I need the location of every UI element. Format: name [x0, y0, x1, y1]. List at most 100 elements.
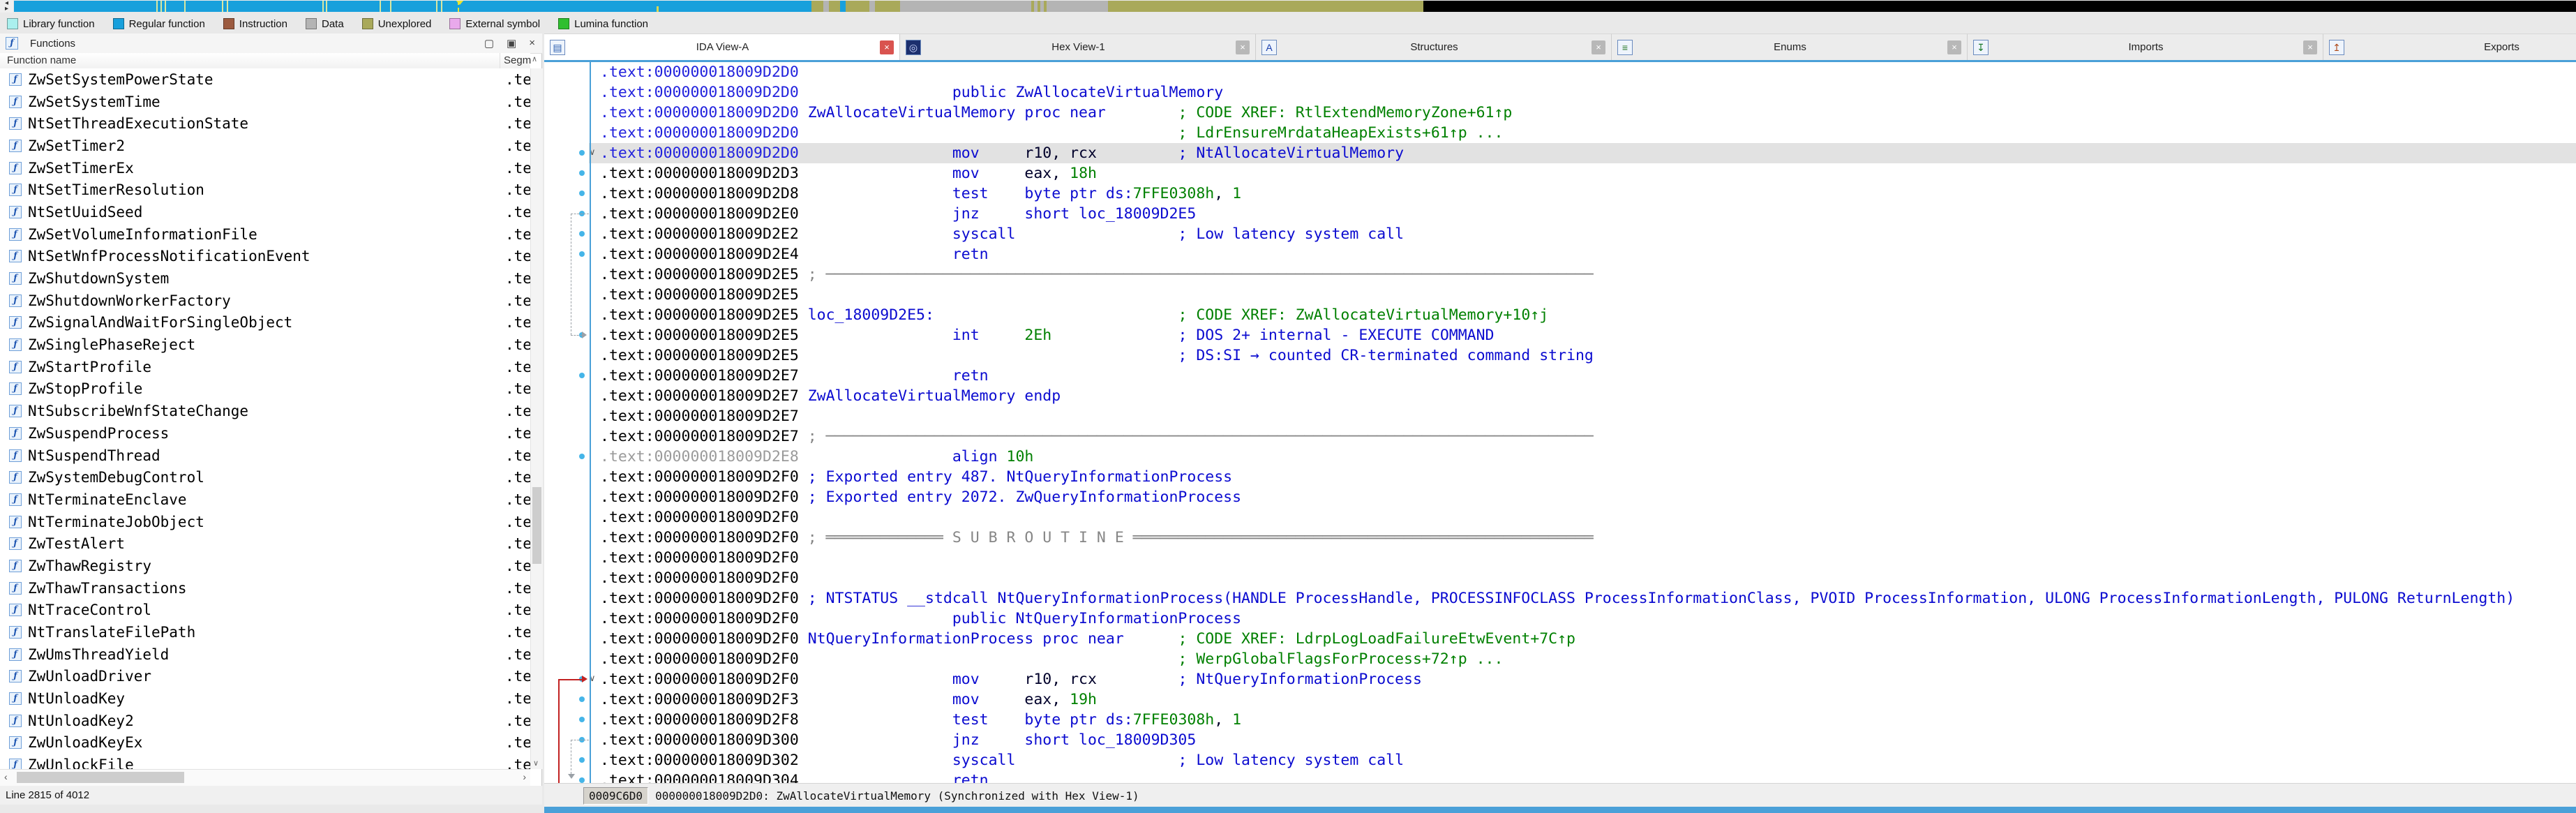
- function-list-item[interactable]: ƒNtSubscribeWnfStateChange.te: [0, 400, 530, 422]
- tab-enums[interactable]: ≡Enums×: [1612, 33, 1968, 60]
- disasm-line[interactable]: .text:000000018009D2D8 test byte ptr ds:…: [600, 184, 1241, 204]
- navband-scroll-arrows[interactable]: ◂ ▸: [0, 0, 13, 13]
- functions-vertical-scrollbar[interactable]: ∨: [530, 68, 543, 769]
- navband-segment[interactable]: [869, 1, 875, 12]
- function-list-item[interactable]: ƒZwUnloadKeyEx.te: [0, 732, 530, 754]
- tab-close-button[interactable]: ×: [1592, 40, 1605, 54]
- disasm-line[interactable]: .text:000000018009D2F0: [600, 507, 799, 528]
- functions-list[interactable]: ƒZwSetSystemPowerState.teƒZwSetSystemTim…: [0, 68, 530, 769]
- vscrollbar-thumb[interactable]: [532, 487, 541, 564]
- column-header-function-name[interactable]: Function name: [7, 54, 76, 66]
- function-list-item[interactable]: ƒZwTestAlert.te: [0, 532, 530, 555]
- navband-segment[interactable]: [1031, 1, 1034, 12]
- tab-exports[interactable]: ↥Exports×: [2323, 33, 2576, 60]
- disasm-line[interactable]: .text:000000018009D2E5: [600, 285, 799, 305]
- disasm-line[interactable]: .text:000000018009D2E2 syscall ; Low lat…: [600, 224, 1404, 244]
- navband-segment[interactable]: [846, 1, 869, 12]
- navigation-band[interactable]: [14, 1, 2576, 12]
- disasm-line[interactable]: .text:000000018009D2D0 mov r10, rcx ; Nt…: [600, 143, 1404, 163]
- disasm-line[interactable]: .text:000000018009D2F0 NtQueryInformatio…: [600, 629, 1575, 649]
- navband-segment[interactable]: [811, 1, 823, 12]
- tab-structures[interactable]: AStructures×: [1256, 33, 1612, 60]
- function-list-item[interactable]: ƒZwSetSystemTime.te: [0, 91, 530, 113]
- disasm-line[interactable]: .text:000000018009D300 jnz short loc_180…: [600, 730, 1196, 750]
- disasm-line[interactable]: .text:000000018009D2D0 public ZwAllocate…: [600, 82, 1223, 103]
- disassembly-view[interactable]: .text:000000018009D2D0.text:000000018009…: [544, 62, 2576, 783]
- scroll-left-icon[interactable]: ‹: [4, 771, 8, 782]
- close-button[interactable]: ×: [529, 37, 535, 50]
- disassembly-code-layer[interactable]: .text:000000018009D2D0.text:000000018009…: [544, 62, 2576, 783]
- function-list-item[interactable]: ƒZwSystemDebugControl.te: [0, 466, 530, 488]
- disasm-line[interactable]: .text:000000018009D2F3 mov eax, 19h: [600, 689, 1097, 710]
- function-list-item[interactable]: ƒZwShutdownSystem.te: [0, 267, 530, 290]
- function-list-item[interactable]: ƒZwUnloadDriver.te: [0, 666, 530, 688]
- function-list-item[interactable]: ƒNtTranslateFilePath.te: [0, 621, 530, 643]
- function-list-item[interactable]: ƒZwSuspendProcess.te: [0, 422, 530, 445]
- function-list-item[interactable]: ƒZwStartProfile.te: [0, 356, 530, 378]
- function-list-item[interactable]: ƒZwSignalAndWaitForSingleObject.te: [0, 312, 530, 334]
- navband-segment[interactable]: [875, 1, 900, 12]
- disasm-line[interactable]: .text:000000018009D2F0 public NtQueryInf…: [600, 609, 1241, 629]
- tab-close-button[interactable]: ×: [1947, 40, 1961, 54]
- navband-position-marker[interactable]: [458, 1, 460, 12]
- disasm-line[interactable]: .text:000000018009D302 syscall ; Low lat…: [600, 750, 1404, 770]
- disasm-line[interactable]: .text:000000018009D2F0: [600, 548, 799, 568]
- disasm-line[interactable]: .text:000000018009D304 retn: [600, 770, 989, 783]
- function-list-item[interactable]: ƒZwThawRegistry.te: [0, 555, 530, 577]
- column-header-segment[interactable]: Segm: [504, 54, 531, 66]
- functions-horizontal-scrollbar[interactable]: ‹ ›: [0, 769, 530, 786]
- navband-right-arrow-icon[interactable]: ▸: [5, 6, 8, 12]
- function-list-item[interactable]: ƒZwSetSystemPowerState.te: [0, 68, 530, 91]
- function-list-item[interactable]: ƒZwUmsThreadYield.te: [0, 643, 530, 666]
- disasm-line[interactable]: .text:000000018009D2E7 ; ───────────────…: [600, 426, 1594, 447]
- disasm-line[interactable]: .text:000000018009D2F0 mov r10, rcx ; Nt…: [600, 669, 1422, 689]
- disasm-line[interactable]: .text:000000018009D2F8 test byte ptr ds:…: [600, 710, 1241, 730]
- function-list-item[interactable]: ƒZwSetTimer2.te: [0, 135, 530, 157]
- disasm-line[interactable]: .text:000000018009D2D0 ; LdrEnsureMrdata…: [600, 123, 1503, 143]
- function-list-item[interactable]: ƒNtSetTimerResolution.te: [0, 179, 530, 201]
- disasm-line[interactable]: .text:000000018009D2F0 ; NTSTATUS __stdc…: [600, 588, 2515, 609]
- hscrollbar-thumb[interactable]: [17, 772, 184, 783]
- disasm-line[interactable]: .text:000000018009D2E4 retn: [600, 244, 989, 264]
- navband-segment[interactable]: [900, 1, 1108, 12]
- functions-panel-titlebar[interactable]: ƒ Functions ▢ ▣ ×: [0, 33, 542, 54]
- tab-imports[interactable]: ↧Imports×: [1968, 33, 2323, 60]
- disasm-line[interactable]: .text:000000018009D2E5 int 2Eh ; DOS 2+ …: [600, 325, 1495, 345]
- function-list-item[interactable]: ƒZwSetTimerEx.te: [0, 157, 530, 179]
- scroll-right-icon[interactable]: ›: [523, 771, 526, 782]
- function-list-item[interactable]: ƒNtSuspendThread.te: [0, 445, 530, 467]
- function-list-item[interactable]: ƒNtSetUuidSeed.te: [0, 201, 530, 223]
- function-list-item[interactable]: ƒNtTerminateJobObject.te: [0, 511, 530, 533]
- disasm-line[interactable]: .text:000000018009D2E7: [600, 406, 799, 426]
- disasm-line[interactable]: .text:000000018009D2F0: [600, 568, 799, 588]
- function-list-item[interactable]: ƒNtSetThreadExecutionState.te: [0, 112, 530, 135]
- function-list-item[interactable]: ƒNtTerminateEnclave.te: [0, 488, 530, 511]
- disasm-line[interactable]: .text:000000018009D2D0: [600, 62, 799, 82]
- view-tabbar[interactable]: ▤IDA View-A×◎Hex View-1×AStructures×≡Enu…: [544, 33, 2576, 60]
- disasm-line[interactable]: .text:000000018009D2F0 ; WerpGlobalFlags…: [600, 649, 1503, 669]
- function-list-item[interactable]: ƒNtUnloadKey2.te: [0, 710, 530, 732]
- tab-close-button[interactable]: ×: [880, 40, 894, 54]
- function-list-item[interactable]: ƒZwShutdownWorkerFactory.te: [0, 290, 530, 312]
- disasm-line[interactable]: .text:000000018009D2E7 retn: [600, 366, 989, 386]
- function-list-item[interactable]: ƒZwSinglePhaseReject.te: [0, 334, 530, 356]
- navband-segment[interactable]: [1108, 1, 1423, 12]
- disasm-line[interactable]: .text:000000018009D2F0 ; ═════════════ S…: [600, 528, 1594, 548]
- tab-close-button[interactable]: ×: [1236, 40, 1250, 54]
- disasm-line[interactable]: .text:000000018009D2D0 ZwAllocateVirtual…: [600, 103, 1512, 123]
- disasm-line[interactable]: .text:000000018009D2D3 mov eax, 18h: [600, 163, 1097, 184]
- navband-segment[interactable]: [1044, 1, 1047, 12]
- navband-segment[interactable]: [1423, 1, 2576, 12]
- navband-segment[interactable]: [823, 1, 829, 12]
- function-list-item[interactable]: ƒZwUnlockFile.te: [0, 754, 530, 769]
- disasm-line[interactable]: .text:000000018009D2E5 ; DS:SI → counted…: [600, 345, 1594, 366]
- function-list-item[interactable]: ƒNtSetWnfProcessNotificationEvent.te: [0, 246, 530, 268]
- disasm-line[interactable]: .text:000000018009D2E8 align 10h: [600, 447, 1033, 467]
- function-list-item[interactable]: ƒZwThawTransactions.te: [0, 577, 530, 599]
- disasm-line[interactable]: .text:000000018009D2E7 ZwAllocateVirtual…: [600, 386, 1061, 406]
- float-button[interactable]: ▣: [507, 37, 516, 50]
- tab-hex-view-1[interactable]: ◎Hex View-1×: [900, 33, 1256, 60]
- navband-segment[interactable]: [1038, 1, 1040, 12]
- disasm-line[interactable]: .text:000000018009D2E5 loc_18009D2E5: ; …: [600, 305, 1548, 325]
- navband-segment[interactable]: [840, 1, 846, 12]
